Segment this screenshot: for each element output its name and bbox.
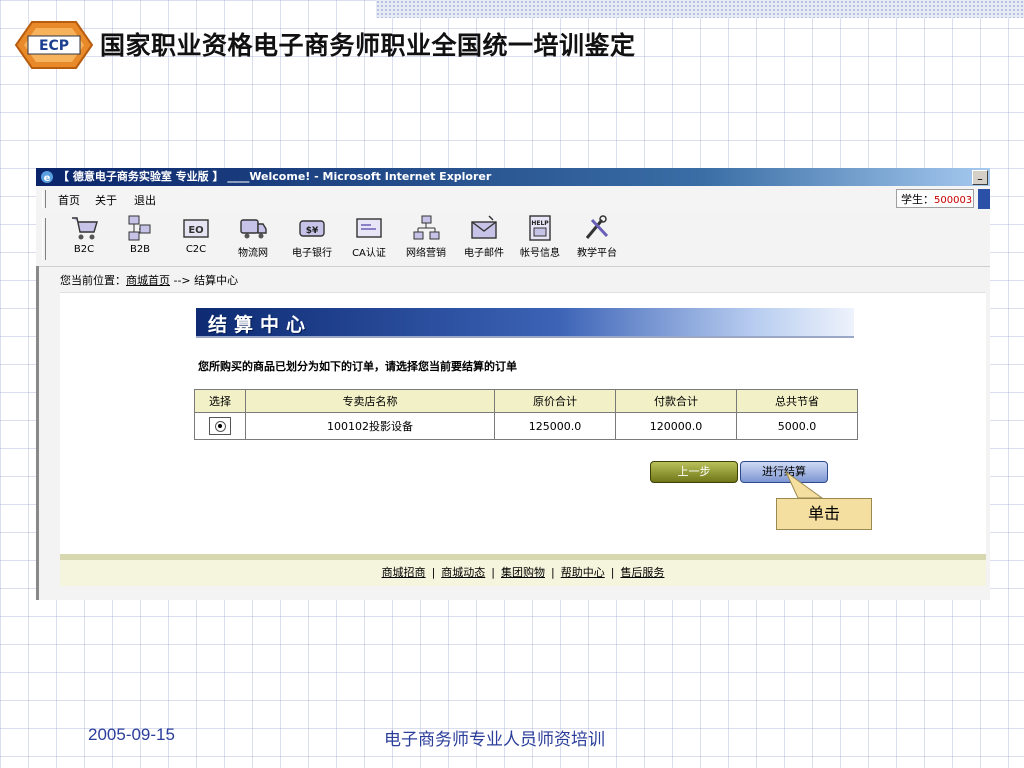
select-cell [194, 412, 246, 440]
footer-links: 商城招商 | 商城动态 | 集团购物 | 帮助中心 | 售后服务 [60, 564, 986, 580]
header-saved: 总共节省 [736, 389, 858, 413]
help-book-icon: HELP [529, 215, 551, 241]
toolbar: B2C B2B EO C2C 物流网 $¥ 电子银行 CA认证 网络营销 电子邮… [36, 212, 990, 267]
scroll-arrow-icon[interactable] [978, 189, 990, 209]
breadcrumb-home-link[interactable]: 商城首页 [126, 274, 170, 287]
breadcrumb-prefix: 您当前位置： [60, 274, 126, 287]
browser-window: e 【 德意电子商务实验室 专业版 】 ____Welcome! - Micro… [36, 168, 990, 600]
tool-b2c[interactable]: B2C [66, 214, 102, 255]
footer-link-help[interactable]: 帮助中心 [561, 566, 605, 579]
table-header-row: 选择 专卖店名称 原价合计 付款合计 总共节省 [194, 389, 858, 413]
slide-date: 2005-09-15 [88, 725, 175, 744]
c2c-icon: EO [183, 219, 209, 238]
mail-icon [471, 215, 497, 239]
header-paid: 付款合计 [615, 389, 737, 413]
tool-label: 帐号信息 [520, 248, 560, 259]
tool-c2c[interactable]: EO C2C [178, 214, 214, 255]
truck-icon [240, 219, 267, 239]
tool-ca[interactable]: CA认证 [348, 214, 390, 259]
tool-logistics[interactable]: 物流网 [232, 214, 274, 259]
menubar-grip [42, 190, 46, 208]
order-radio[interactable] [214, 420, 226, 432]
store-cell: 100102投影设备 [245, 412, 495, 440]
table-row: 100102投影设备 125000.0 120000.0 5000.0 [194, 412, 858, 440]
ecp-logo-icon: ECP [14, 21, 94, 69]
breadcrumb: 您当前位置：商城首页 --> 结算中心 [60, 272, 238, 288]
tool-label: B2B [129, 244, 151, 255]
slide-title: 国家职业资格电子商务师职业全国统一培训鉴定 [100, 31, 636, 60]
menu-about[interactable]: 关于 [95, 192, 117, 208]
window-title-bar: e 【 德意电子商务实验室 专业版 】 ____Welcome! - Micro… [36, 168, 990, 186]
svg-text:EO: EO [188, 225, 203, 236]
certificate-icon [356, 218, 382, 238]
menu-bar: 首页 关于 退出 学生：500003 [36, 186, 990, 213]
checkout-banner: 结算中心 [196, 308, 854, 338]
radio-frame [209, 417, 231, 435]
orders-table: 选择 专卖店名称 原价合计 付款合计 总共节省 100102投影设备 12500… [194, 389, 858, 440]
footer-separator: | [610, 566, 615, 579]
paid-cell: 120000.0 [615, 412, 737, 440]
tool-label: 物流网 [238, 248, 268, 259]
prev-step-button[interactable]: 上一步 [650, 461, 738, 483]
money-icon: $¥ [299, 220, 325, 237]
top-decoration-band [376, 0, 1024, 18]
menu-home[interactable]: 首页 [58, 192, 80, 208]
footer-bar: 商城招商 | 商城动态 | 集团购物 | 帮助中心 | 售后服务 [60, 554, 986, 586]
svg-text:e: e [44, 173, 51, 184]
tool-ebank[interactable]: $¥ 电子银行 [286, 214, 338, 259]
instruction-text: 您所购买的商品已划分为如下的订单，请选择您当前要结算的订单 [198, 360, 517, 373]
tool-label: B2C [73, 244, 95, 255]
tool-label: 网络营销 [406, 248, 446, 259]
tool-teaching[interactable]: 教学平台 [570, 214, 624, 259]
tool-b2b[interactable]: B2B [122, 214, 158, 255]
footer-separator: | [491, 566, 495, 579]
network-boxes-icon [128, 215, 151, 241]
svg-text:HELP: HELP [531, 220, 549, 227]
tool-label: 教学平台 [577, 248, 617, 259]
header-store: 专卖店名称 [245, 389, 495, 413]
header-select: 选择 [194, 389, 246, 413]
tool-label: 电子邮件 [464, 248, 504, 259]
svg-text:$¥: $¥ [306, 226, 319, 236]
window-title: 【 德意电子商务实验室 专业版 】 ____Welcome! - Microso… [58, 170, 492, 183]
footer-link-merchants[interactable]: 商城招商 [382, 566, 426, 579]
toolbar-grip [42, 218, 46, 260]
callout-pointer-icon [784, 470, 824, 499]
tools-icon [585, 215, 609, 239]
menu-logout[interactable]: 退出 [134, 192, 156, 208]
cart-icon [72, 217, 98, 240]
footer-link-group[interactable]: 集团购物 [501, 566, 545, 579]
tool-label: CA认证 [352, 248, 386, 259]
saved-cell: 5000.0 [736, 412, 858, 440]
tool-marketing[interactable]: 网络营销 [400, 214, 452, 259]
header-original: 原价合计 [494, 389, 616, 413]
student-label: 学生： [901, 193, 934, 206]
banner-title: 结算中心 [208, 314, 313, 336]
minimize-button[interactable]: _ [972, 170, 988, 185]
slide-footer-title: 电子商务师专业人员师资培训 [384, 730, 605, 750]
org-chart-icon [413, 215, 440, 240]
svg-text:ECP: ECP [39, 38, 69, 54]
window-left-edge [36, 266, 39, 600]
footer-separator: | [551, 566, 555, 579]
ie-icon: e [41, 171, 53, 184]
tool-email[interactable]: 电子邮件 [458, 214, 510, 259]
footer-separator: | [431, 566, 436, 579]
tool-account[interactable]: HELP 帐号信息 [514, 214, 566, 259]
footer-link-service[interactable]: 售后服务 [620, 566, 664, 579]
click-callout: 单击 [776, 498, 872, 530]
student-info: 学生：500003 [896, 189, 974, 208]
breadcrumb-current: --> 结算中心 [170, 274, 239, 287]
tool-label: C2C [185, 244, 207, 255]
student-id: 500003 [934, 195, 973, 206]
original-cell: 125000.0 [494, 412, 616, 440]
tool-label: 电子银行 [292, 248, 332, 259]
footer-link-news[interactable]: 商城动态 [441, 566, 485, 579]
